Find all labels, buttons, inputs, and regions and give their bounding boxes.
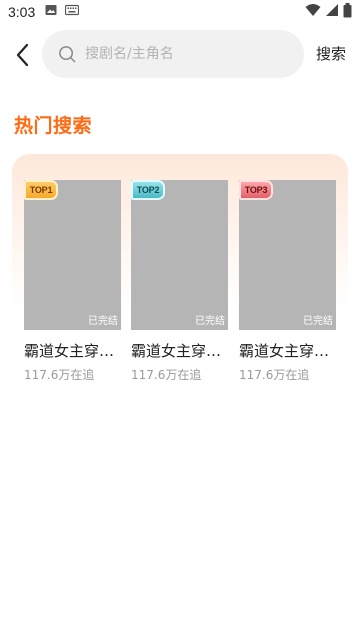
- rank-badge: TOP2: [131, 180, 165, 200]
- follow-count: 117.6万在追: [24, 368, 95, 382]
- search-input[interactable]: [85, 46, 285, 62]
- follow-count: 117.6万在追: [131, 368, 202, 382]
- chevron-left-icon: [16, 43, 29, 67]
- notification-icons: [45, 4, 80, 20]
- hot-search-title: 热门搜索: [14, 115, 93, 137]
- hot-search-card[interactable]: TOP3 已完结 霸道女主穿… 117.6万在追: [239, 180, 336, 383]
- follow-count: 117.6万在追: [239, 368, 310, 382]
- signal-icon: [325, 3, 339, 21]
- back-button[interactable]: [8, 39, 36, 71]
- rank-badge: TOP1: [24, 180, 58, 200]
- search-icon: [59, 45, 76, 62]
- wifi-icon: [305, 3, 321, 21]
- status-time: 3:03: [8, 4, 36, 20]
- keyboard-icon: [65, 4, 80, 20]
- drama-poster[interactable]: TOP3 已完结: [239, 180, 336, 330]
- hot-search-card[interactable]: TOP2 已完结 霸道女主穿… 117.6万在追: [131, 180, 228, 383]
- image-icon: [45, 4, 57, 20]
- drama-title[interactable]: 霸道女主穿…: [131, 340, 228, 361]
- completion-status: 已完结: [88, 316, 118, 327]
- status-bar: 3:03: [0, 0, 360, 24]
- drama-poster[interactable]: TOP1 已完结: [24, 180, 121, 330]
- search-button[interactable]: 搜索: [316, 43, 346, 64]
- hot-search-card[interactable]: TOP1 已完结 霸道女主穿… 117.6万在追: [24, 180, 121, 383]
- completion-status: 已完结: [303, 316, 333, 327]
- drama-poster[interactable]: TOP2 已完结: [131, 180, 228, 330]
- system-icons: [305, 2, 352, 22]
- search-header: 搜索: [0, 30, 360, 80]
- rank-badge: TOP3: [239, 180, 273, 200]
- drama-title[interactable]: 霸道女主穿…: [239, 340, 336, 361]
- search-box[interactable]: [42, 30, 304, 78]
- completion-status: 已完结: [195, 316, 225, 327]
- drama-title[interactable]: 霸道女主穿…: [24, 340, 121, 361]
- battery-icon: [343, 2, 352, 22]
